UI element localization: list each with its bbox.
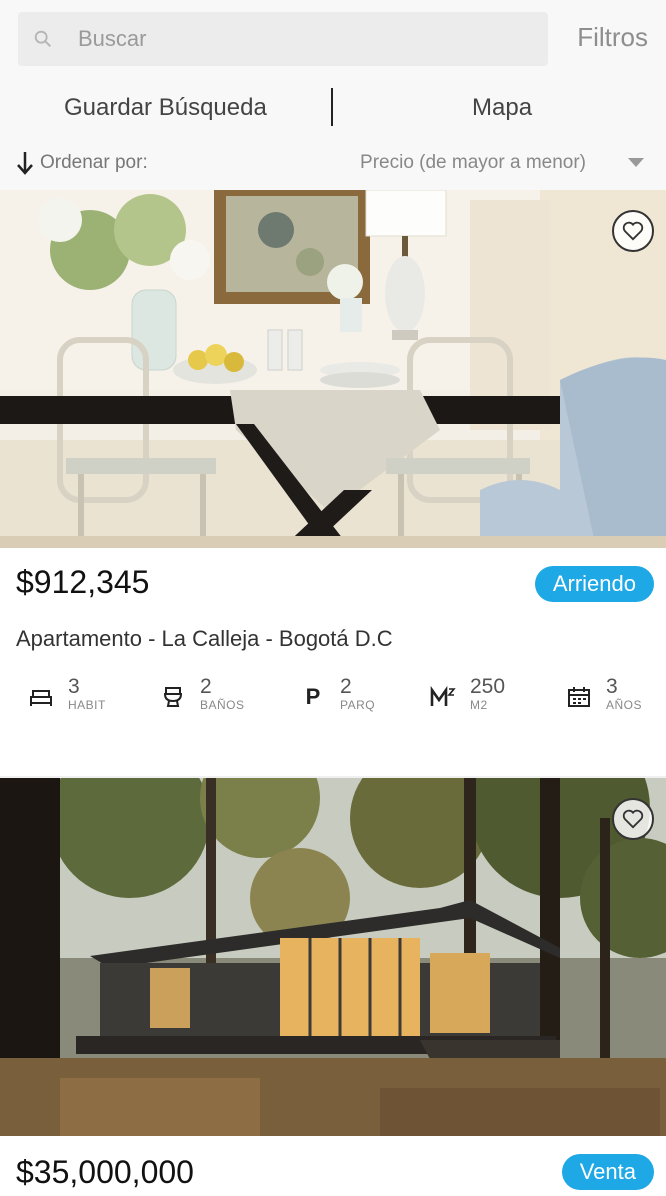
chevron-down-icon[interactable] bbox=[628, 158, 644, 167]
bed-icon bbox=[28, 684, 54, 710]
stat-unit: AÑOS bbox=[606, 698, 643, 712]
stat-value: 3 bbox=[606, 675, 618, 698]
listing-card[interactable]: $912,345 Arriendo Apartamento - La Calle… bbox=[0, 190, 666, 776]
sort-select[interactable]: Precio (de mayor a menor) bbox=[360, 152, 586, 174]
stat-unit: M2 bbox=[470, 698, 488, 712]
favorite-button[interactable] bbox=[612, 798, 654, 840]
listing-stats: 3 HABIT 2 BAÑOS P 2 PARQ 250 M2 3 AÑOS bbox=[0, 676, 666, 726]
stat-value: 2 bbox=[200, 675, 212, 698]
calendar-icon bbox=[566, 684, 592, 710]
sort-row: Ordenar por: Precio (de mayor a menor) bbox=[0, 136, 666, 190]
listing-price: $912,345 bbox=[16, 564, 150, 600]
heart-icon bbox=[622, 221, 644, 241]
search-input[interactable] bbox=[76, 25, 500, 53]
sort-arrow-icon bbox=[17, 152, 33, 175]
stat-bathrooms: 2 BAÑOS bbox=[160, 676, 245, 712]
search-icon bbox=[34, 30, 51, 47]
search-bar[interactable] bbox=[18, 12, 548, 66]
listing-price: $35,000,000 bbox=[16, 1154, 194, 1190]
stat-unit: BAÑOS bbox=[200, 698, 245, 712]
listing-type-badge: Arriendo bbox=[534, 566, 654, 602]
sort-label: Ordenar por: bbox=[40, 152, 148, 173]
parking-icon: P bbox=[305, 684, 321, 709]
stat-area: 250 M2 bbox=[430, 676, 505, 712]
stat-unit: HABIT bbox=[68, 698, 106, 712]
toilet-icon bbox=[160, 684, 186, 710]
stat-bedrooms: 3 HABIT bbox=[28, 676, 106, 712]
action-divider bbox=[331, 88, 333, 126]
heart-icon bbox=[622, 809, 644, 829]
forest-house-photo bbox=[0, 778, 666, 1136]
stat-value: 250 bbox=[470, 675, 506, 698]
listing-photo[interactable] bbox=[0, 190, 666, 548]
stat-unit: PARQ bbox=[340, 698, 376, 712]
area-icon bbox=[430, 684, 456, 710]
action-bar: Guardar Búsqueda Mapa bbox=[0, 80, 666, 136]
stat-value: 3 bbox=[68, 675, 80, 698]
listing-address: Apartamento - La Calleja - Bogotá D.C bbox=[16, 626, 393, 651]
map-button[interactable]: Mapa bbox=[472, 94, 532, 122]
listing-card[interactable]: $35,000,000 Venta bbox=[0, 778, 666, 1196]
save-search-button[interactable]: Guardar Búsqueda bbox=[64, 94, 267, 122]
stat-parking: P 2 PARQ bbox=[300, 675, 376, 713]
stat-age: 3 AÑOS bbox=[566, 676, 642, 712]
stat-value: 2 bbox=[340, 675, 352, 698]
dining-room-photo bbox=[0, 190, 666, 548]
top-bar: Filtros bbox=[0, 0, 666, 80]
favorite-button[interactable] bbox=[612, 210, 654, 252]
filters-button[interactable]: Filtros bbox=[577, 22, 648, 53]
listing-type-badge: Venta bbox=[561, 1154, 654, 1190]
listing-photo[interactable] bbox=[0, 778, 666, 1136]
